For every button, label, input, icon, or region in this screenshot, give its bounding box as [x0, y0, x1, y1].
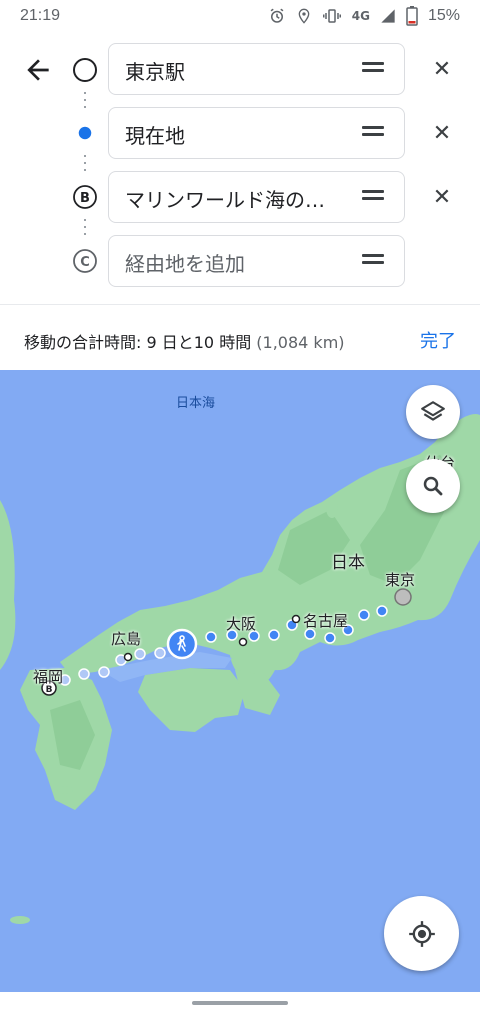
land-kii [235, 670, 280, 715]
route-dot [376, 605, 388, 617]
country-label-japan: 日本 [331, 553, 365, 573]
maps-directions-screen: 21:19 4G 15% 東京駅 ✕ 現在地 ✕ B マリンワールド海の… ✕ … [0, 0, 480, 1013]
land-island [10, 916, 30, 924]
my-location-button[interactable] [384, 896, 459, 971]
layers-icon [421, 401, 445, 421]
total-distance: (1,084 km) [256, 333, 345, 352]
route-dot [154, 647, 166, 659]
land-island [326, 498, 338, 518]
walking-marker-icon[interactable] [166, 628, 198, 660]
route-summary: 移動の合計時間: 9 日と10 時間 (1,084 km) 完了 [0, 304, 480, 370]
status-time: 21:19 [20, 7, 61, 24]
route-dots [84, 155, 86, 176]
waypoint-b-icon: B [73, 185, 97, 209]
battery-icon [406, 6, 418, 26]
waypoint-text: マリンワールド海の… [125, 188, 325, 212]
drag-handle-icon[interactable] [362, 190, 384, 204]
route-dot [134, 648, 146, 660]
remove-waypoint-button[interactable]: ✕ [430, 122, 454, 146]
map-view[interactable]: B 日本海 仙台 日本 東京 名古屋 大阪 広島 福岡 [0, 370, 480, 992]
land-shikoku [138, 668, 245, 732]
route-dot [98, 666, 110, 678]
waypoint-field-current[interactable]: 現在地 [108, 107, 405, 159]
back-arrow-icon[interactable] [22, 54, 54, 86]
search-icon [423, 476, 443, 496]
search-along-route-button[interactable] [406, 459, 460, 513]
waypoint-text: 現在地 [125, 124, 185, 148]
origin-marker[interactable] [394, 588, 412, 606]
waypoint-c-letter: C [80, 255, 90, 270]
sea-label-japan-sea: 日本海 [176, 396, 216, 411]
city-label-osaka: 大阪 [226, 615, 257, 633]
route-dot [324, 632, 336, 644]
drag-handle-icon[interactable] [362, 254, 384, 268]
waypoint-b-letter: B [80, 191, 90, 206]
waypoint-text: 東京駅 [125, 60, 185, 84]
waypoint-field-destination[interactable]: マリンワールド海の… [108, 171, 405, 223]
waypoint-field-origin[interactable]: 東京駅 [108, 43, 405, 95]
route-dot [268, 629, 280, 641]
directions-panel: 東京駅 ✕ 現在地 ✕ B マリンワールド海の… ✕ C 経由地を追加 移動の合… [0, 34, 480, 370]
land-korea [0, 500, 16, 670]
total-time-label: 移動の合計時間: 9 日と10 時間 (1,084 km) [24, 329, 345, 353]
remove-waypoint-button[interactable]: ✕ [430, 186, 454, 210]
done-button[interactable]: 完了 [420, 327, 456, 353]
status-bar: 21:19 4G 15% [0, 0, 480, 34]
add-stop-placeholder: 経由地を追加 [125, 252, 245, 276]
city-label-nagoya: 名古屋 [303, 612, 349, 630]
signal-icon [381, 9, 395, 23]
city-dot-hiroshima [123, 652, 133, 662]
network-type: 4G [351, 9, 370, 23]
remove-waypoint-button[interactable]: ✕ [430, 58, 454, 82]
drag-handle-icon[interactable] [362, 62, 384, 76]
city-label-tokyo: 東京 [385, 571, 416, 589]
my-location-icon [409, 921, 435, 947]
total-time: 移動の合計時間: 9 日と10 時間 [24, 333, 252, 352]
drag-handle-icon[interactable] [362, 126, 384, 140]
origin-circle-icon [73, 58, 97, 82]
waypoint-c-icon: C [73, 249, 97, 273]
route-dots [84, 92, 86, 113]
alarm-icon [270, 8, 284, 23]
vibrate-icon [322, 9, 341, 23]
city-label-hiroshima: 広島 [111, 630, 142, 648]
city-dot-nagoya [291, 614, 301, 624]
route-dot [358, 609, 370, 621]
route-dot [205, 631, 217, 643]
status-icons: 4G 15% [268, 6, 460, 26]
home-gesture-handle[interactable] [192, 1001, 288, 1005]
system-navigation-bar [0, 992, 480, 1013]
route-dots [84, 219, 86, 240]
battery-percent: 15% [427, 7, 460, 24]
city-dot-osaka [238, 637, 248, 647]
current-location-dot-icon [77, 125, 93, 141]
add-stop-field[interactable]: 経由地を追加 [108, 235, 405, 287]
layers-button[interactable] [406, 385, 460, 439]
land-island [57, 786, 73, 794]
route-dot [78, 668, 90, 680]
city-label-fukuoka: 福岡 [33, 668, 64, 686]
location-icon [298, 8, 310, 24]
